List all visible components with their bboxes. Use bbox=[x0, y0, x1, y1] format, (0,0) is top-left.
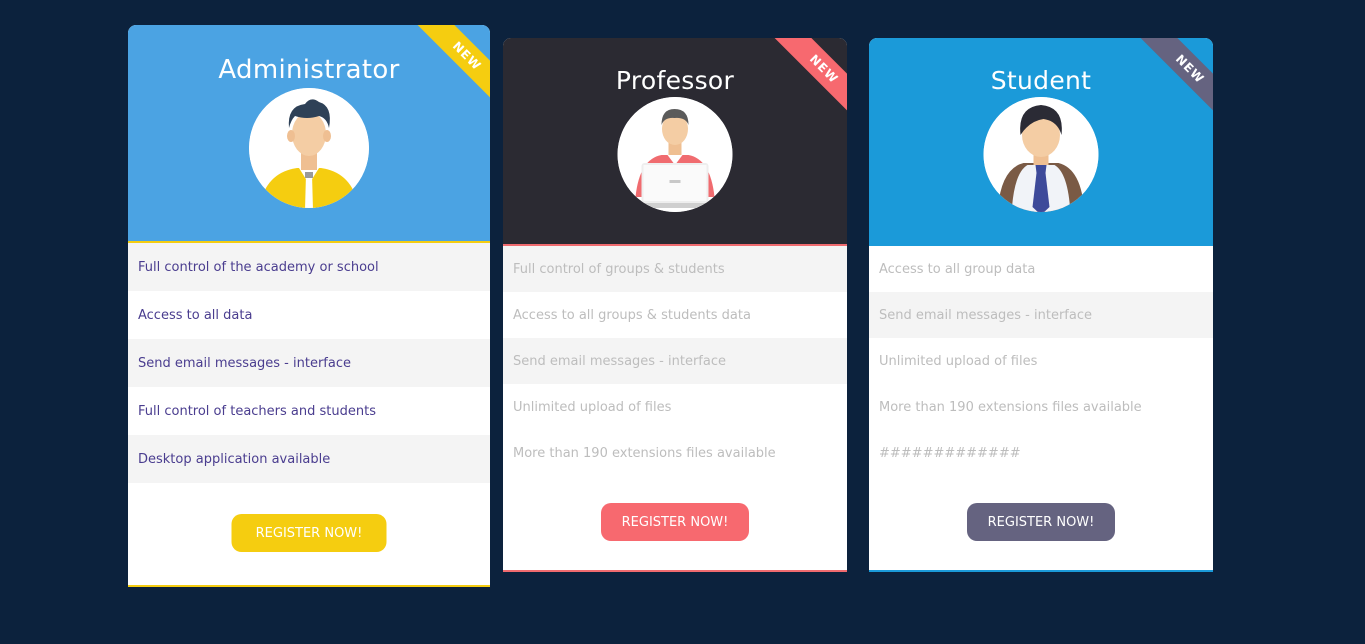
pricing-card-professor: Professor NEW Full control of groups & s… bbox=[503, 38, 847, 572]
feature-item: Send email messages - interface bbox=[128, 339, 490, 387]
card-header: Professor NEW bbox=[503, 38, 847, 246]
feature-item: More than 190 extensions files available bbox=[513, 445, 776, 461]
feature-item: Access to all groups & students data bbox=[513, 307, 751, 323]
student-avatar-icon bbox=[983, 97, 1099, 212]
feature-item: Send email messages - interface bbox=[503, 338, 847, 384]
feature-item: Full control of teachers and students bbox=[138, 403, 376, 419]
feature-item: Full control of the academy or school bbox=[128, 243, 490, 291]
feature-list: Full control of the academy or school Ac… bbox=[128, 243, 490, 483]
feature-item: Send email messages - interface bbox=[869, 292, 1213, 338]
ribbon-label: NEW bbox=[1131, 38, 1213, 128]
new-ribbon: NEW bbox=[757, 38, 847, 128]
administrator-avatar-icon bbox=[249, 88, 369, 208]
feature-item: Access to all group data bbox=[879, 261, 1036, 277]
feature-item: Desktop application available bbox=[128, 435, 490, 483]
card-header: Administrator NEW bbox=[128, 25, 490, 243]
feature-item: More than 190 extensions files available bbox=[879, 399, 1142, 415]
feature-item: Full control of groups & students bbox=[503, 246, 847, 292]
pricing-card-administrator: Administrator NEW Full control of the ac… bbox=[128, 25, 490, 587]
feature-list: Access to all group data Send email mess… bbox=[869, 246, 1213, 476]
register-button[interactable]: REGISTER NOW! bbox=[231, 514, 387, 552]
new-ribbon: NEW bbox=[1123, 38, 1213, 128]
ribbon-label: NEW bbox=[408, 25, 490, 115]
feature-item: Unlimited upload of files bbox=[879, 353, 1038, 369]
feature-list: Full control of groups & students Access… bbox=[503, 246, 847, 476]
card-header: Student NEW bbox=[869, 38, 1213, 246]
pricing-card-student: Student NEW Access to all group data Sen… bbox=[869, 38, 1213, 572]
register-button[interactable]: REGISTER NOW! bbox=[967, 503, 1115, 541]
feature-item: Access to all data bbox=[138, 307, 253, 323]
professor-avatar-icon bbox=[617, 97, 733, 212]
feature-item: Unlimited upload of files bbox=[513, 399, 672, 415]
ribbon-label: NEW bbox=[765, 38, 847, 128]
feature-item: ############# bbox=[879, 445, 1021, 461]
new-ribbon: NEW bbox=[400, 25, 490, 115]
register-button[interactable]: REGISTER NOW! bbox=[601, 503, 749, 541]
